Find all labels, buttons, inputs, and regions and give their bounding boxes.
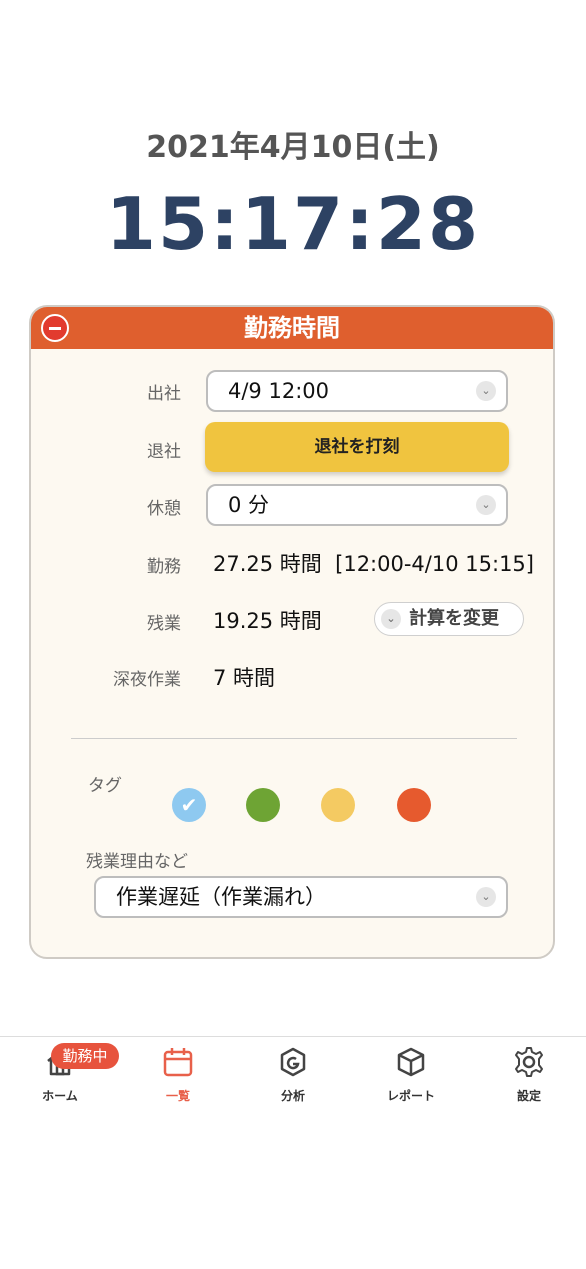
analysis-icon <box>280 1047 306 1077</box>
tag-color-1[interactable]: ✔ <box>172 788 206 822</box>
chevron-down-icon: ⌄ <box>381 609 401 629</box>
chevron-down-icon: ⌄ <box>476 381 496 401</box>
punch-out-button[interactable]: 退社を打刻 <box>205 422 509 472</box>
clock-display: 15:17:28 <box>105 182 481 266</box>
reason-value: 作業遅延（作業漏れ） <box>116 885 326 909</box>
gear-icon <box>515 1047 543 1077</box>
night-work-value: 7 時間 <box>213 666 276 690</box>
tab-home-label: ホーム <box>42 1089 78 1103</box>
tab-settings[interactable]: 設定 <box>484 1045 574 1104</box>
chevron-down-icon: ⌄ <box>476 495 496 515</box>
tab-report-label: レポート <box>386 1089 435 1103</box>
check-in-select[interactable]: 4/9 12:00 ⌄ <box>206 370 508 412</box>
tab-list-label: 一覧 <box>165 1089 190 1103</box>
break-label: 休憩 <box>147 499 181 519</box>
night-work-label: 深夜作業 <box>113 670 181 690</box>
date-display: 2021年4月10日(土) <box>146 130 440 165</box>
divider <box>71 738 517 739</box>
work-time-card: 勤務時間 出社 4/9 12:00 ⌄ 退社 退社を打刻 休憩 0 分 ⌄ 勤務… <box>29 305 555 959</box>
box-icon <box>397 1047 425 1077</box>
overtime-value: 19.25 時間 <box>213 609 322 633</box>
tab-report[interactable]: レポート <box>366 1045 456 1104</box>
tab-analysis-label: 分析 <box>280 1089 305 1103</box>
tag-color-2[interactable] <box>246 788 280 822</box>
check-in-label: 出社 <box>147 384 181 404</box>
card-title: 勤務時間 <box>244 314 340 342</box>
change-calc-button[interactable]: ⌄ 計算を変更 <box>374 602 524 636</box>
tags-label: タグ <box>88 776 122 796</box>
tab-analysis[interactable]: 分析 <box>248 1045 338 1104</box>
chevron-down-icon: ⌄ <box>476 887 496 907</box>
break-value: 0 分 <box>228 493 270 517</box>
work-label: 勤務 <box>147 557 181 577</box>
collapse-minus-icon[interactable] <box>41 314 69 342</box>
reason-label: 残業理由など <box>86 852 188 872</box>
check-out-label: 退社 <box>147 442 181 462</box>
calendar-icon <box>163 1048 193 1077</box>
tab-settings-label: 設定 <box>516 1089 541 1103</box>
card-header: 勤務時間 <box>31 307 553 349</box>
tag-color-3[interactable] <box>321 788 355 822</box>
reason-select[interactable]: 作業遅延（作業漏れ） ⌄ <box>94 876 508 918</box>
work-value: 27.25 時間 [12:00-4/10 15:15] <box>213 552 534 576</box>
working-status-badge: 勤務中 <box>51 1043 119 1069</box>
tag-color-4[interactable] <box>397 788 431 822</box>
overtime-label: 残業 <box>147 614 181 634</box>
break-select[interactable]: 0 分 ⌄ <box>206 484 508 526</box>
tab-list[interactable]: 一覧 <box>133 1045 223 1104</box>
check-icon: ✔ <box>180 793 198 817</box>
change-calc-label: 計算を変更 <box>409 608 499 629</box>
check-in-value: 4/9 12:00 <box>228 379 329 403</box>
